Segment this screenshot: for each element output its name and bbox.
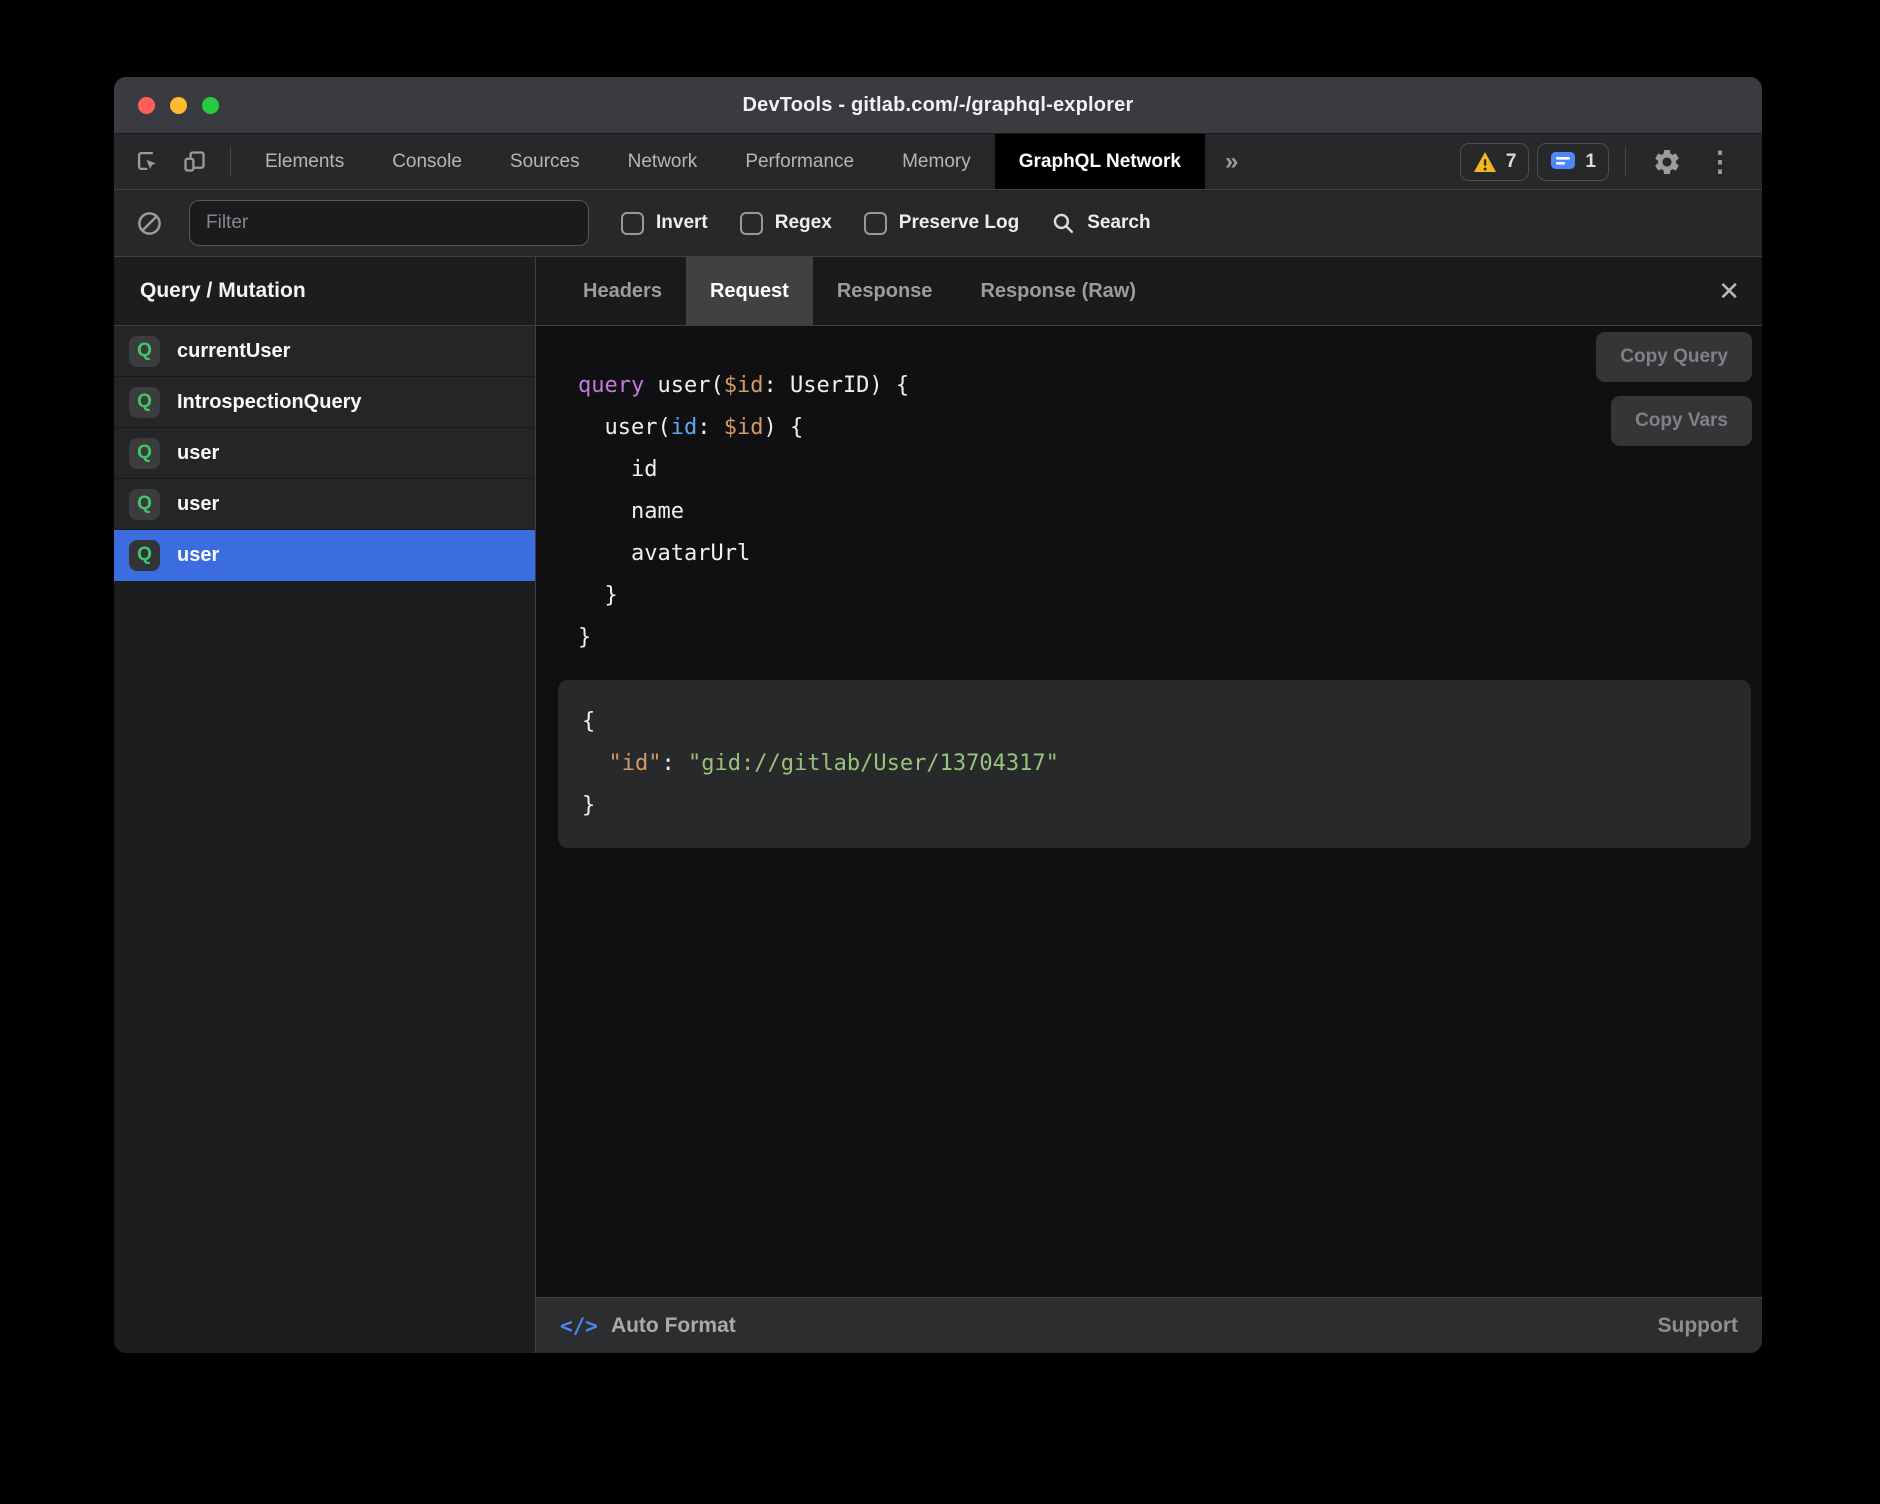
query-list-item-user[interactable]: Quser [114,428,535,479]
request-panel: Copy Query Copy Vars query user($id: Use… [536,326,1762,1297]
query-name-label: user [177,544,219,567]
filter-checkboxes: Invert Regex Preserve Log [589,212,1019,235]
window-title: DevTools - gitlab.com/-/graphql-explorer [742,94,1133,117]
devtools-toolbar: ElementsConsoleSourcesNetworkPerformance… [114,134,1762,190]
warning-count: 7 [1506,151,1517,173]
panel-footer: </> Auto Format Support [536,1297,1762,1353]
traffic-lights [138,77,219,133]
tab-memory[interactable]: Memory [878,134,995,189]
query-type-badge: Q [129,438,160,469]
issues-count: 1 [1585,151,1596,173]
detail-tab-response[interactable]: Response [813,257,957,325]
code-line: query user($id: UserID) { [578,365,1762,407]
tab-graphql-network[interactable]: GraphQL Network [995,134,1205,189]
code-line: avatarUrl [578,533,1762,575]
code-brackets-icon: </> [560,1314,598,1338]
search-label: Search [1087,212,1150,234]
code-line: id [578,449,1762,491]
clear-block-icon[interactable] [136,210,163,237]
checkbox-preserve-log[interactable]: Preserve Log [864,212,1019,235]
checkbox-regex[interactable]: Regex [740,212,832,235]
minimize-window-button[interactable] [170,97,187,114]
code-line: user(id: $id) { [578,407,1762,449]
toolbar-divider [230,147,231,176]
detail-tab-response-raw[interactable]: Response (Raw) [956,257,1160,325]
sidebar-header: Query / Mutation [114,257,535,326]
query-list-item-user[interactable]: Quser [114,530,535,581]
toolbar-divider [1625,147,1626,177]
close-icon[interactable]: ✕ [1718,257,1740,325]
query-name-label: IntrospectionQuery [177,391,361,414]
checkbox-label: Preserve Log [899,212,1019,234]
query-type-badge: Q [129,489,160,520]
query-type-badge: Q [129,336,160,367]
more-tabs-icon[interactable]: » [1205,134,1258,189]
query-sidebar: Query / Mutation QcurrentUserQIntrospect… [114,257,536,1353]
checkbox-box[interactable] [621,212,644,235]
tab-console[interactable]: Console [368,134,486,189]
code-line: { [582,701,1727,743]
query-list: QcurrentUserQIntrospectionQueryQuserQuse… [114,326,535,1353]
query-type-badge: Q [129,387,160,418]
checkbox-box[interactable] [864,212,887,235]
code-line: } [578,617,1762,659]
filter-input[interactable] [189,200,589,246]
devtools-tabs: ElementsConsoleSourcesNetworkPerformance… [241,134,1205,189]
checkbox-invert[interactable]: Invert [621,212,708,235]
detail-pane: HeadersRequestResponseResponse (Raw) ✕ Co… [536,257,1762,1353]
code-line: name [578,491,1762,533]
query-list-item-currentuser[interactable]: QcurrentUser [114,326,535,377]
tab-elements[interactable]: Elements [241,134,368,189]
device-toolbar-icon[interactable] [181,148,208,175]
checkbox-box[interactable] [740,212,763,235]
issues-badge[interactable]: 1 [1537,143,1609,181]
query-type-badge: Q [129,540,160,571]
code-line: } [578,575,1762,617]
auto-format-label: Auto Format [611,1314,736,1338]
auto-format-button[interactable]: </> Auto Format [560,1314,736,1338]
query-name-label: user [177,493,219,516]
devtools-window: DevTools - gitlab.com/-/graphql-explorer… [114,77,1762,1353]
detail-tab-request[interactable]: Request [686,257,813,325]
tab-sources[interactable]: Sources [486,134,604,189]
query-list-item-introspectionquery[interactable]: Q IntrospectionQuery [114,377,535,428]
main-content: Query / Mutation QcurrentUserQIntrospect… [114,257,1762,1353]
tab-performance[interactable]: Performance [721,134,878,189]
checkbox-label: Regex [775,212,832,234]
code-line: "id": "gid://gitlab/User/13704317" [582,743,1727,785]
copy-vars-button[interactable]: Copy Vars [1611,396,1752,446]
query-name-label: user [177,442,219,465]
code-line: } [582,785,1727,827]
search-icon [1051,211,1076,236]
inspect-element-icon[interactable] [134,148,161,175]
query-name-label: currentUser [177,340,290,363]
support-link[interactable]: Support [1658,1314,1738,1338]
search-toggle[interactable]: Search [1051,211,1150,236]
overflow-menu-icon[interactable]: ⋮ [1700,148,1740,176]
title-bar: DevTools - gitlab.com/-/graphql-explorer [114,77,1762,134]
warnings-badge[interactable]: 7 [1460,143,1530,181]
tab-network[interactable]: Network [604,134,722,189]
settings-gear-icon[interactable] [1642,147,1692,177]
copy-query-button[interactable]: Copy Query [1596,332,1752,382]
graphql-query-code: query user($id: UserID) { user(id: $id) … [536,326,1762,659]
query-list-item-user[interactable]: Quser [114,479,535,530]
zoom-window-button[interactable] [202,97,219,114]
query-variables-block: { "id": "gid://gitlab/User/13704317"} [558,680,1751,848]
detail-tab-headers[interactable]: Headers [559,257,686,325]
close-window-button[interactable] [138,97,155,114]
message-icon [1550,151,1576,173]
detail-tabs: HeadersRequestResponseResponse (Raw) ✕ [536,257,1762,326]
checkbox-label: Invert [656,212,708,234]
filter-bar: Invert Regex Preserve Log Search [114,190,1762,257]
warning-icon [1473,151,1497,173]
